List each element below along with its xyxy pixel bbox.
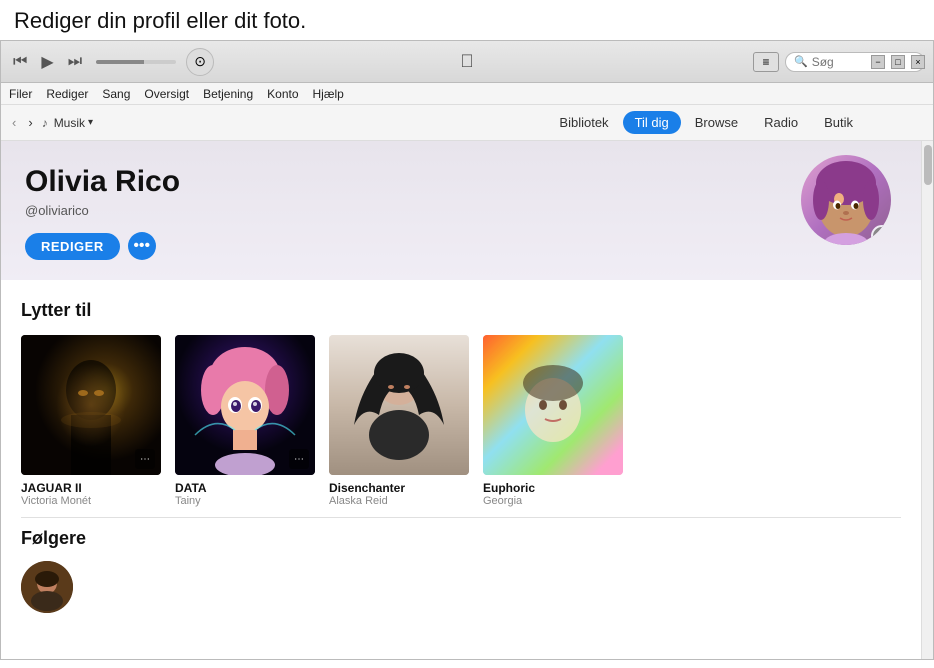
- tab-radio[interactable]: Radio: [752, 111, 810, 134]
- albums-row: ⋯ JAGUAR II Victoria Monét: [21, 335, 901, 507]
- album-menu-button[interactable]: ⋯: [135, 449, 155, 469]
- forward-button[interactable]: ⏭: [64, 53, 86, 71]
- follower-avatar-svg: [21, 561, 73, 613]
- disenchanter-cover-art: [329, 335, 469, 475]
- album-title: DATA: [175, 481, 315, 495]
- apple-logo: : [460, 51, 474, 72]
- search-icon: 🔍: [794, 55, 808, 68]
- menu-icon: ⋯: [294, 454, 304, 465]
- profile-handle: @oliviarico: [25, 203, 897, 218]
- edit-profile-button[interactable]: REDIGER: [25, 233, 120, 260]
- profile-name: Olivia Rico: [25, 165, 897, 199]
- privacy-lock-badge: 🔒: [871, 225, 891, 245]
- airplay-icon: ⊙: [194, 53, 206, 70]
- music-note-icon: ♪: [42, 116, 48, 130]
- scrollbar[interactable]: [921, 141, 933, 659]
- dropdown-arrow-icon: ▾: [88, 117, 93, 128]
- titlebar: ⏮ ▶ ⏭ ⊙  ≡ 🔍 − □ ×: [1, 41, 933, 83]
- followers-section: Følgere: [1, 518, 921, 633]
- profile-avatar: 🔒: [801, 155, 891, 245]
- maximize-button[interactable]: □: [891, 55, 905, 69]
- album-artist: Alaska Reid: [329, 495, 469, 507]
- menubar-item-betjening[interactable]: Betjening: [203, 87, 253, 101]
- menubar-item-oversigt[interactable]: Oversigt: [144, 87, 189, 101]
- nav-forward-button[interactable]: ›: [25, 113, 35, 132]
- menubar-item-sang[interactable]: Sang: [102, 87, 130, 101]
- minimize-button[interactable]: −: [871, 55, 885, 69]
- navbar: ‹ › ♪ Musik ▾ Bibliotek Til dig Browse R…: [1, 105, 933, 141]
- scrollbar-thumb[interactable]: [924, 145, 932, 185]
- tooltip-text: Rediger din profil eller dit foto.: [0, 0, 934, 40]
- album-cover-jaguar[interactable]: ⋯: [21, 335, 161, 475]
- window-controls: − □ ×: [871, 55, 925, 69]
- listening-section: Lytter til: [1, 280, 921, 517]
- profile-header: Olivia Rico @oliviarico REDIGER •••: [1, 141, 921, 280]
- nav-tabs: Bibliotek Til dig Browse Radio Butik: [547, 111, 865, 134]
- album-title: JAGUAR II: [21, 481, 161, 495]
- album-artist: Tainy: [175, 495, 315, 507]
- album-item: Disenchanter Alaska Reid: [329, 335, 469, 507]
- library-label: Musik ▾: [54, 116, 93, 130]
- album-cover-euphoric[interactable]: [483, 335, 623, 475]
- profile-actions: REDIGER •••: [25, 232, 897, 260]
- menubar-item-filer[interactable]: Filer: [9, 87, 32, 101]
- volume-slider[interactable]: [96, 60, 176, 64]
- content-area: Olivia Rico @oliviarico REDIGER •••: [1, 141, 921, 659]
- listening-title: Lytter til: [21, 300, 901, 321]
- menu-icon: ⋯: [140, 454, 150, 465]
- list-view-button[interactable]: ≡: [753, 52, 779, 72]
- album-title: Disenchanter: [329, 481, 469, 495]
- album-cover-data[interactable]: ⋯: [175, 335, 315, 475]
- rewind-button[interactable]: ⏮: [9, 53, 31, 71]
- album-menu-button[interactable]: ⋯: [289, 449, 309, 469]
- followers-title: Følgere: [21, 528, 901, 549]
- menubar: Filer Rediger Sang Oversigt Betjening Konto Hj…: [1, 83, 933, 105]
- tab-browse[interactable]: Browse: [683, 111, 750, 134]
- euphoric-cover-art: [483, 335, 623, 475]
- menubar-item-hjælp[interactable]: Hjælp: [313, 87, 344, 101]
- more-options-button[interactable]: •••: [128, 232, 156, 260]
- more-icon: •••: [133, 237, 150, 255]
- close-button[interactable]: ×: [911, 55, 925, 69]
- tab-til-dig[interactable]: Til dig: [623, 111, 681, 134]
- airplay-button[interactable]: ⊙: [186, 48, 214, 76]
- tab-bibliotek[interactable]: Bibliotek: [547, 111, 620, 134]
- nav-back-button[interactable]: ‹: [9, 113, 19, 132]
- album-title: Euphoric: [483, 481, 623, 495]
- play-button[interactable]: ▶: [37, 52, 57, 72]
- menubar-item-rediger[interactable]: Rediger: [46, 87, 88, 101]
- menubar-item-konto[interactable]: Konto: [267, 87, 298, 101]
- album-item: ⋯ JAGUAR II Victoria Monét: [21, 335, 161, 507]
- album-item: Euphoric Georgia: [483, 335, 623, 507]
- itunes-window: ⏮ ▶ ⏭ ⊙  ≡ 🔍 − □ × Filer Rediger Sang Over…: [0, 40, 934, 660]
- follower-avatar: [21, 561, 73, 613]
- album-artist: Georgia: [483, 495, 623, 507]
- main-content: Olivia Rico @oliviarico REDIGER •••: [1, 141, 933, 659]
- album-item: ⋯ DATA Tainy: [175, 335, 315, 507]
- list-icon: ≡: [762, 55, 769, 69]
- album-cover-disenchanter[interactable]: [329, 335, 469, 475]
- album-artist: Victoria Monét: [21, 495, 161, 507]
- tab-butik[interactable]: Butik: [812, 111, 865, 134]
